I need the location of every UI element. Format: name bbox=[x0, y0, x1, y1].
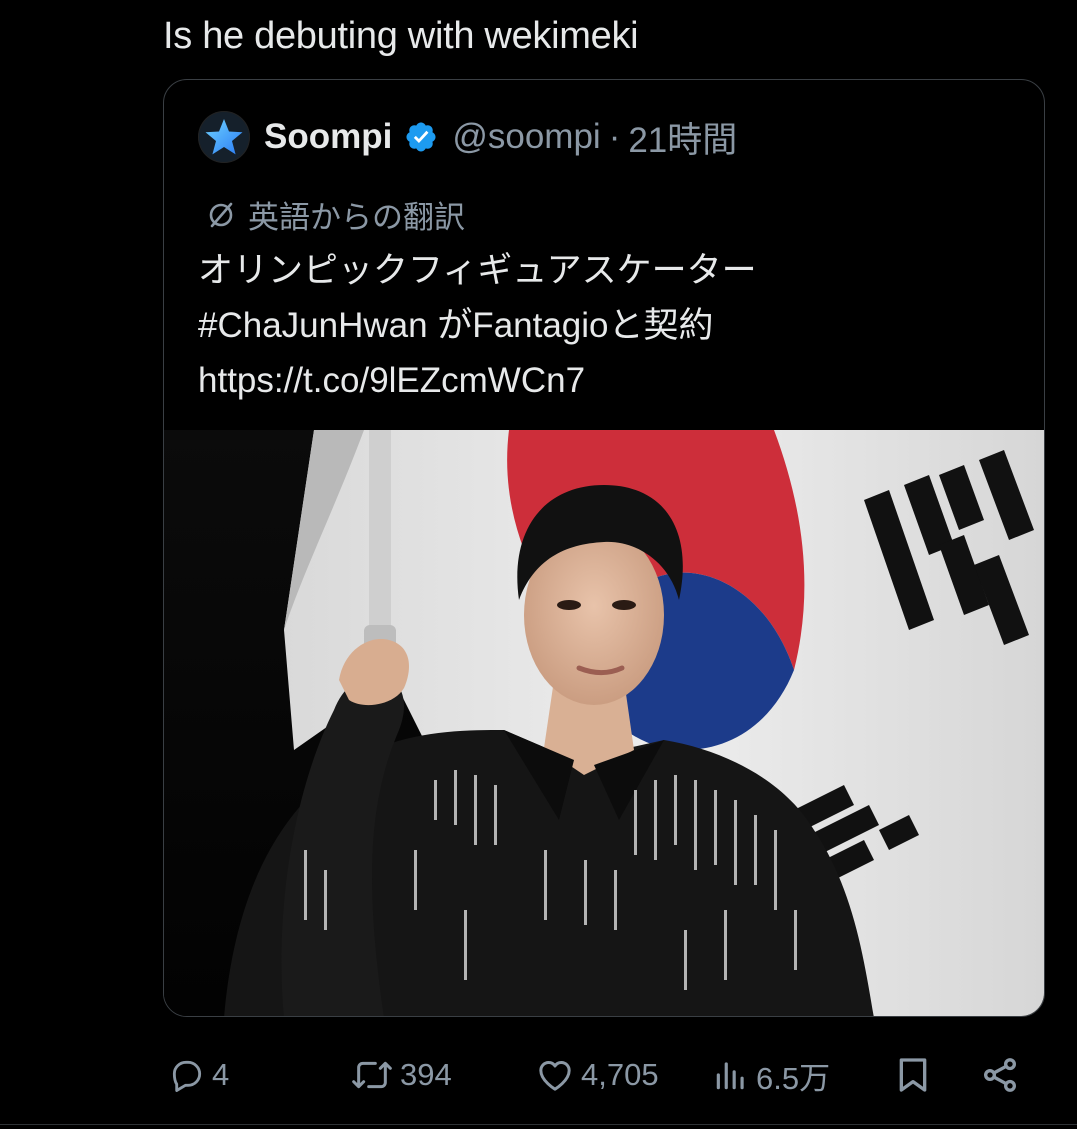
quoted-tweet-header: Soompi @soompi · 21時間 bbox=[198, 110, 737, 164]
retweet-count: 394 bbox=[400, 1057, 452, 1092]
quoted-tweet-body: オリンピックフィギュアスケーター #ChaJunHwan がFantagioと契… bbox=[198, 243, 757, 408]
quoted-media-image[interactable] bbox=[164, 430, 1044, 1016]
translation-label: 英語からの翻訳 bbox=[248, 200, 465, 235]
share-button[interactable] bbox=[980, 1048, 1026, 1102]
body-line: オリンピックフィギュアスケーター bbox=[198, 251, 757, 290]
translate-icon bbox=[209, 202, 233, 227]
view-count: 6.5万 bbox=[756, 1060, 831, 1096]
bookmark-icon bbox=[899, 1058, 927, 1092]
views-button[interactable]: 6.5万 bbox=[712, 1048, 830, 1102]
tweet-actions-bar: 4 394 4,705 6.5万 bbox=[0, 1048, 1077, 1102]
reply-button[interactable]: 4 bbox=[168, 1048, 229, 1102]
retweet-button[interactable]: 394 bbox=[350, 1048, 452, 1102]
separator-dot: · bbox=[608, 117, 621, 156]
heart-icon bbox=[539, 1061, 571, 1091]
verified-badge-icon bbox=[404, 120, 438, 154]
body-link[interactable]: https://t.co/9lEZcmWCn7 bbox=[198, 353, 757, 408]
quoted-timestamp[interactable]: 21時間 bbox=[628, 112, 737, 163]
analytics-icon bbox=[716, 1062, 744, 1090]
tweet-text: Is he debuting with wekimeki bbox=[163, 15, 639, 57]
bookmark-button[interactable] bbox=[893, 1048, 939, 1102]
translation-notice[interactable]: 英語からの翻訳 bbox=[206, 192, 465, 237]
photo-illustration bbox=[164, 430, 1044, 1016]
like-count: 4,705 bbox=[581, 1057, 659, 1092]
quoted-tweet-card[interactable]: Soompi @soompi · 21時間 英語からの翻訳 オリンピックフィギュ… bbox=[163, 79, 1045, 1017]
retweet-icon bbox=[352, 1061, 392, 1089]
reply-icon bbox=[172, 1060, 202, 1092]
quoted-display-name[interactable]: Soompi bbox=[264, 117, 392, 157]
reply-count: 4 bbox=[212, 1057, 230, 1092]
avatar[interactable] bbox=[198, 111, 250, 163]
tweet-divider bbox=[0, 1124, 1077, 1125]
star-logo-icon bbox=[205, 119, 243, 155]
like-button[interactable]: 4,705 bbox=[535, 1048, 659, 1102]
quoted-handle[interactable]: @soompi bbox=[452, 117, 600, 157]
share-icon bbox=[984, 1058, 1016, 1092]
body-line: #ChaJunHwan がFantagioと契約 bbox=[198, 306, 714, 345]
